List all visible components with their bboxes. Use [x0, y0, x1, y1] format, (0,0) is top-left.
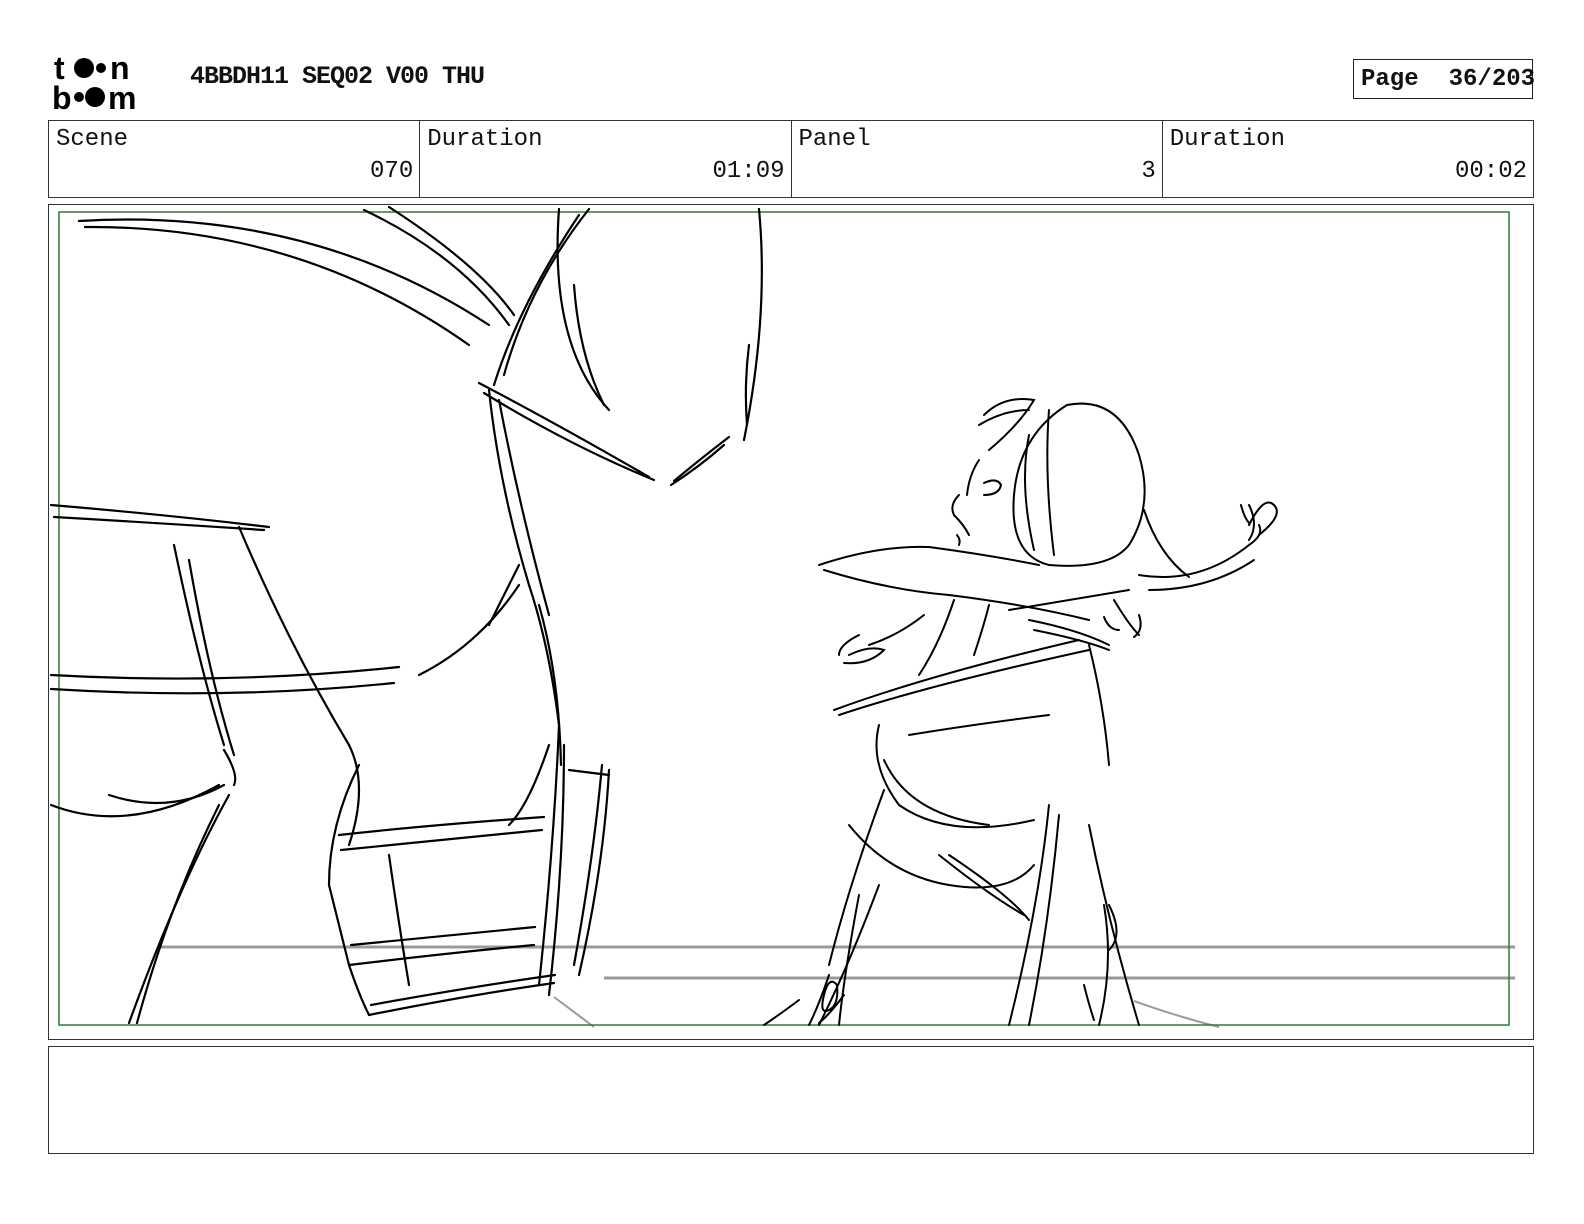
- panel-duration-label: Duration: [1169, 126, 1285, 153]
- page-indicator: Page 36/203: [1353, 59, 1536, 99]
- scene-value: 070: [370, 158, 414, 185]
- scene-duration-value: 01:09: [712, 158, 785, 185]
- large-character-sketch: [49, 205, 763, 1025]
- small-character-sketch: [763, 398, 1278, 1026]
- scene-cell: Scene 070: [49, 121, 421, 197]
- panel-duration-cell: Duration 00:02: [1163, 121, 1533, 197]
- panel-notes: [48, 1046, 1534, 1154]
- safe-frame: [58, 211, 1510, 1026]
- svg-text:b: b: [52, 80, 72, 112]
- svg-text:m: m: [108, 80, 136, 112]
- scene-info-table: Scene 070 Duration 01:09 Panel 3 Duratio…: [48, 120, 1534, 198]
- panel-sketch: [49, 205, 1515, 1028]
- scene-label: Scene: [56, 126, 129, 153]
- page-number: 36/203: [1448, 65, 1536, 93]
- panel-label: Panel: [798, 126, 871, 153]
- storyboard-panel: [48, 204, 1534, 1040]
- panel-duration-value: 00:02: [1454, 158, 1527, 185]
- project-title: 4BBDH11 SEQ02 V00 THU: [190, 62, 485, 91]
- page-label: Page: [1361, 65, 1419, 93]
- scene-duration-label: Duration: [427, 126, 543, 153]
- panel-cell: Panel 3: [792, 121, 1163, 197]
- scene-duration-cell: Duration 01:09: [420, 121, 792, 197]
- toon-boom-logo: t n b m: [52, 50, 136, 112]
- panel-value: 3: [1141, 158, 1156, 185]
